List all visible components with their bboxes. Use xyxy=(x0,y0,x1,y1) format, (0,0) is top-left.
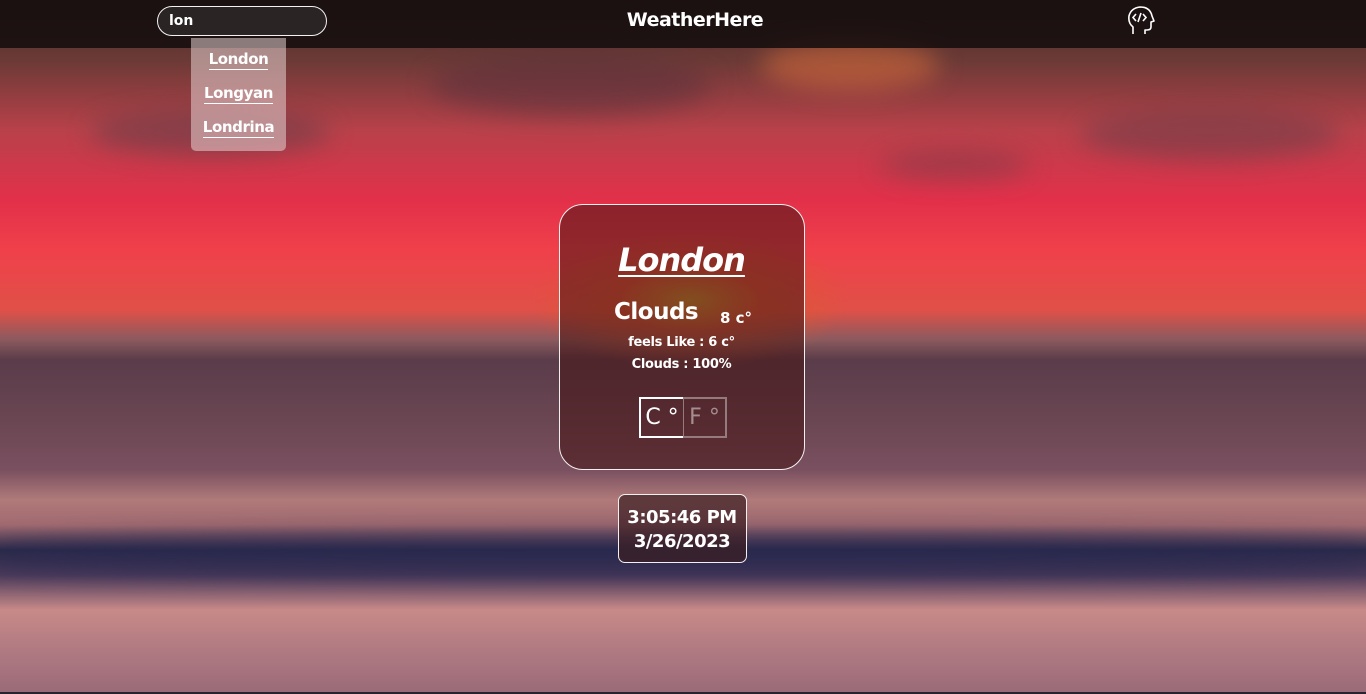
weather-condition: Clouds xyxy=(614,299,699,325)
background-cloud xyxy=(430,55,710,115)
weather-card: London Clouds 8 c° feels Like : 6 c° Clo… xyxy=(559,204,805,470)
brand-title: WeatherHere xyxy=(626,9,764,31)
fahrenheit-button[interactable]: F ° xyxy=(683,397,727,438)
temperature: 8 c° xyxy=(720,309,753,327)
unit-toggle: C ° F ° xyxy=(639,397,727,438)
background-cloud xyxy=(1080,110,1340,160)
city-name: London xyxy=(618,241,746,279)
feels-like: feels Like : 6 c° xyxy=(628,335,735,350)
suggestion-londrina[interactable]: Londrina xyxy=(191,118,286,138)
current-date: 3/26/2023 xyxy=(633,531,731,552)
cloud-coverage: Clouds : 100% xyxy=(631,357,732,372)
developer-head-icon[interactable] xyxy=(1126,5,1156,37)
background-cloud xyxy=(880,150,1030,180)
celsius-button[interactable]: C ° xyxy=(639,397,683,438)
suggestion-longyan[interactable]: Longyan xyxy=(191,84,286,104)
clock-box: 3:05:46 PM 3/26/2023 xyxy=(618,494,747,563)
weather-page: { "header": { "search_value": "lon", "br… xyxy=(0,0,1366,694)
suggestion-london[interactable]: London xyxy=(191,50,286,70)
search-suggestions: London Longyan Londrina xyxy=(191,38,286,151)
current-time: 3:05:46 PM xyxy=(627,507,737,528)
